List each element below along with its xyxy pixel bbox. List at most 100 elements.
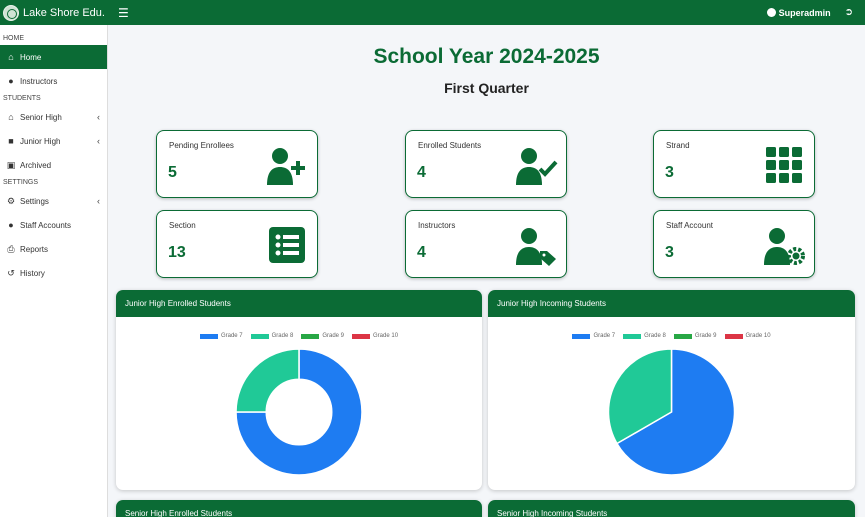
legend-item[interactable]: Grade 9 bbox=[673, 333, 717, 339]
sidebar-item-label: Reports bbox=[20, 244, 49, 254]
panel-title: Junior High Enrolled Students bbox=[116, 290, 482, 317]
sidebar-item-home[interactable]: ⌂ Home bbox=[0, 45, 107, 69]
sidebar: HOME ⌂ Home ● Instructors STUDENTS ⌂ Sen… bbox=[0, 25, 108, 517]
card-value: 5 bbox=[168, 164, 177, 181]
institution-icon: ⌂ bbox=[8, 112, 14, 122]
card-staff-account[interactable]: Staff Account 3 bbox=[653, 210, 815, 278]
legend-label: Grade 7 bbox=[220, 333, 243, 339]
legend-label: Grade 9 bbox=[694, 333, 717, 339]
legend-swatch bbox=[352, 333, 371, 339]
grid-icon bbox=[766, 147, 802, 183]
sidebar-item-staff-accounts[interactable]: ● Staff Accounts bbox=[0, 213, 107, 237]
home-icon: ⌂ bbox=[8, 52, 14, 62]
user-name: Superadmin bbox=[778, 7, 831, 18]
sidebar-item-history[interactable]: ↺ History bbox=[0, 261, 107, 285]
panel-junior-high-enrolled: Junior High Enrolled Students Grade 7 Gr… bbox=[116, 290, 482, 490]
card-strand[interactable]: Strand 3 bbox=[653, 130, 815, 198]
legend-label: Grade 8 bbox=[644, 333, 666, 339]
card-value: 4 bbox=[417, 244, 426, 261]
card-pending-enrollees[interactable]: Pending Enrollees 5 bbox=[156, 130, 318, 198]
sidebar-section-students: STUDENTS bbox=[3, 95, 41, 102]
page-subtitle: First Quarter bbox=[444, 80, 529, 96]
printer-icon: ⎙ bbox=[7, 243, 15, 254]
legend-label: Grade 9 bbox=[322, 333, 345, 339]
sidebar-item-settings[interactable]: ⚙ Settings ‹ bbox=[0, 189, 107, 213]
card-label: Staff Account bbox=[666, 221, 713, 230]
sidebar-item-label: Home bbox=[20, 52, 42, 62]
card-value: 3 bbox=[665, 244, 674, 261]
logout-icon[interactable]: ➲ bbox=[845, 7, 853, 18]
card-label: Instructors bbox=[418, 221, 456, 230]
user-menu[interactable]: Superadmin ➲ bbox=[766, 0, 853, 25]
school-logo bbox=[3, 4, 19, 21]
legend-item[interactable]: Grade 7 bbox=[199, 333, 243, 339]
legend-item[interactable]: Grade 9 bbox=[301, 333, 344, 339]
chevron-left-icon: ‹ bbox=[97, 136, 100, 146]
sidebar-item-junior-high[interactable]: ■ Junior High ‹ bbox=[0, 129, 107, 153]
user-check-icon bbox=[516, 148, 558, 185]
chevron-left-icon: ‹ bbox=[97, 196, 100, 206]
legend-item[interactable]: Grade 8 bbox=[250, 333, 294, 339]
archive-icon: ▣ bbox=[6, 159, 16, 170]
hamburger-icon[interactable]: ☰ bbox=[118, 6, 129, 20]
top-navbar: Lake Shore Edu. Ins. ☰ Superadmin ➲ bbox=[0, 0, 865, 25]
gear-icon: ⚙ bbox=[6, 195, 16, 206]
sidebar-section-settings: SETTINGS bbox=[3, 179, 39, 186]
chevron-left-icon: ‹ bbox=[97, 112, 100, 122]
panel-senior-high-incoming: Senior High Incoming Students bbox=[488, 500, 855, 517]
user-tag-icon bbox=[516, 228, 556, 266]
panel-junior-high-incoming: Junior High Incoming Students Grade 7 Gr… bbox=[488, 290, 855, 490]
chart-legend: Grade 7 Grade 8 Grade 9 Grade 10 bbox=[116, 333, 482, 339]
sidebar-item-label: Archived bbox=[20, 160, 52, 170]
card-section[interactable]: Section 13 bbox=[156, 210, 318, 278]
slice-grade-8[interactable] bbox=[235, 348, 300, 413]
legend-swatch bbox=[199, 333, 218, 339]
legend-item[interactable]: Grade 10 bbox=[352, 333, 398, 339]
list-icon bbox=[269, 227, 305, 263]
legend-item[interactable]: Grade 10 bbox=[724, 333, 771, 339]
panel-title: Senior High Incoming Students bbox=[488, 500, 855, 517]
card-instructors[interactable]: Instructors 4 bbox=[405, 210, 567, 278]
legend-swatch bbox=[724, 333, 743, 339]
staff-icon: ● bbox=[8, 220, 14, 230]
panel-title: Senior High Enrolled Students bbox=[116, 500, 482, 517]
card-label: Enrolled Students bbox=[418, 141, 482, 150]
card-label: Strand bbox=[666, 141, 690, 150]
legend-swatch bbox=[623, 333, 642, 339]
sidebar-item-label: Junior High bbox=[20, 136, 61, 146]
panel-senior-high-enrolled: Senior High Enrolled Students bbox=[116, 500, 482, 517]
card-label: Section bbox=[169, 221, 196, 230]
user-gear-icon bbox=[764, 228, 805, 265]
sidebar-item-label: Settings bbox=[20, 196, 49, 206]
main-content: School Year 2024-2025 First Quarter Pend… bbox=[108, 25, 865, 517]
legend-item[interactable]: Grade 8 bbox=[623, 333, 666, 339]
history-icon: ↺ bbox=[7, 267, 15, 278]
panel-title: Junior High Incoming Students bbox=[488, 290, 855, 317]
legend-label: Grade 7 bbox=[593, 333, 616, 339]
sidebar-item-label: Staff Accounts bbox=[20, 220, 71, 230]
page-title: School Year 2024-2025 bbox=[373, 45, 600, 68]
sidebar-item-reports[interactable]: ⎙ Reports bbox=[0, 237, 107, 261]
card-value: 4 bbox=[417, 164, 426, 181]
pie-chart bbox=[607, 348, 736, 476]
sidebar-item-instructors[interactable]: ● Instructors bbox=[0, 69, 107, 93]
card-value: 3 bbox=[665, 164, 674, 181]
doughnut-chart bbox=[235, 348, 363, 476]
brand[interactable]: Lake Shore Edu. Ins. bbox=[0, 0, 108, 25]
legend-label: Grade 8 bbox=[271, 333, 294, 339]
card-enrolled-students[interactable]: Enrolled Students 4 bbox=[405, 130, 567, 198]
user-circle-icon bbox=[766, 8, 776, 17]
chart-legend: Grade 7 Grade 8 Grade 9 Grade 10 bbox=[488, 333, 855, 339]
legend-label: Grade 10 bbox=[745, 333, 771, 339]
sidebar-section-home: HOME bbox=[3, 35, 24, 42]
app-title: Lake Shore Edu. Ins. bbox=[23, 6, 108, 19]
legend-swatch bbox=[301, 333, 320, 339]
school-icon: ■ bbox=[8, 136, 14, 146]
sidebar-item-senior-high[interactable]: ⌂ Senior High ‹ bbox=[0, 105, 107, 129]
legend-item[interactable]: Grade 7 bbox=[572, 333, 615, 339]
instructors-icon: ● bbox=[8, 76, 14, 86]
legend-swatch bbox=[572, 333, 591, 339]
legend-swatch bbox=[250, 333, 269, 339]
sidebar-item-label: History bbox=[20, 268, 45, 278]
sidebar-item-archived[interactable]: ▣ Archived bbox=[0, 153, 107, 177]
